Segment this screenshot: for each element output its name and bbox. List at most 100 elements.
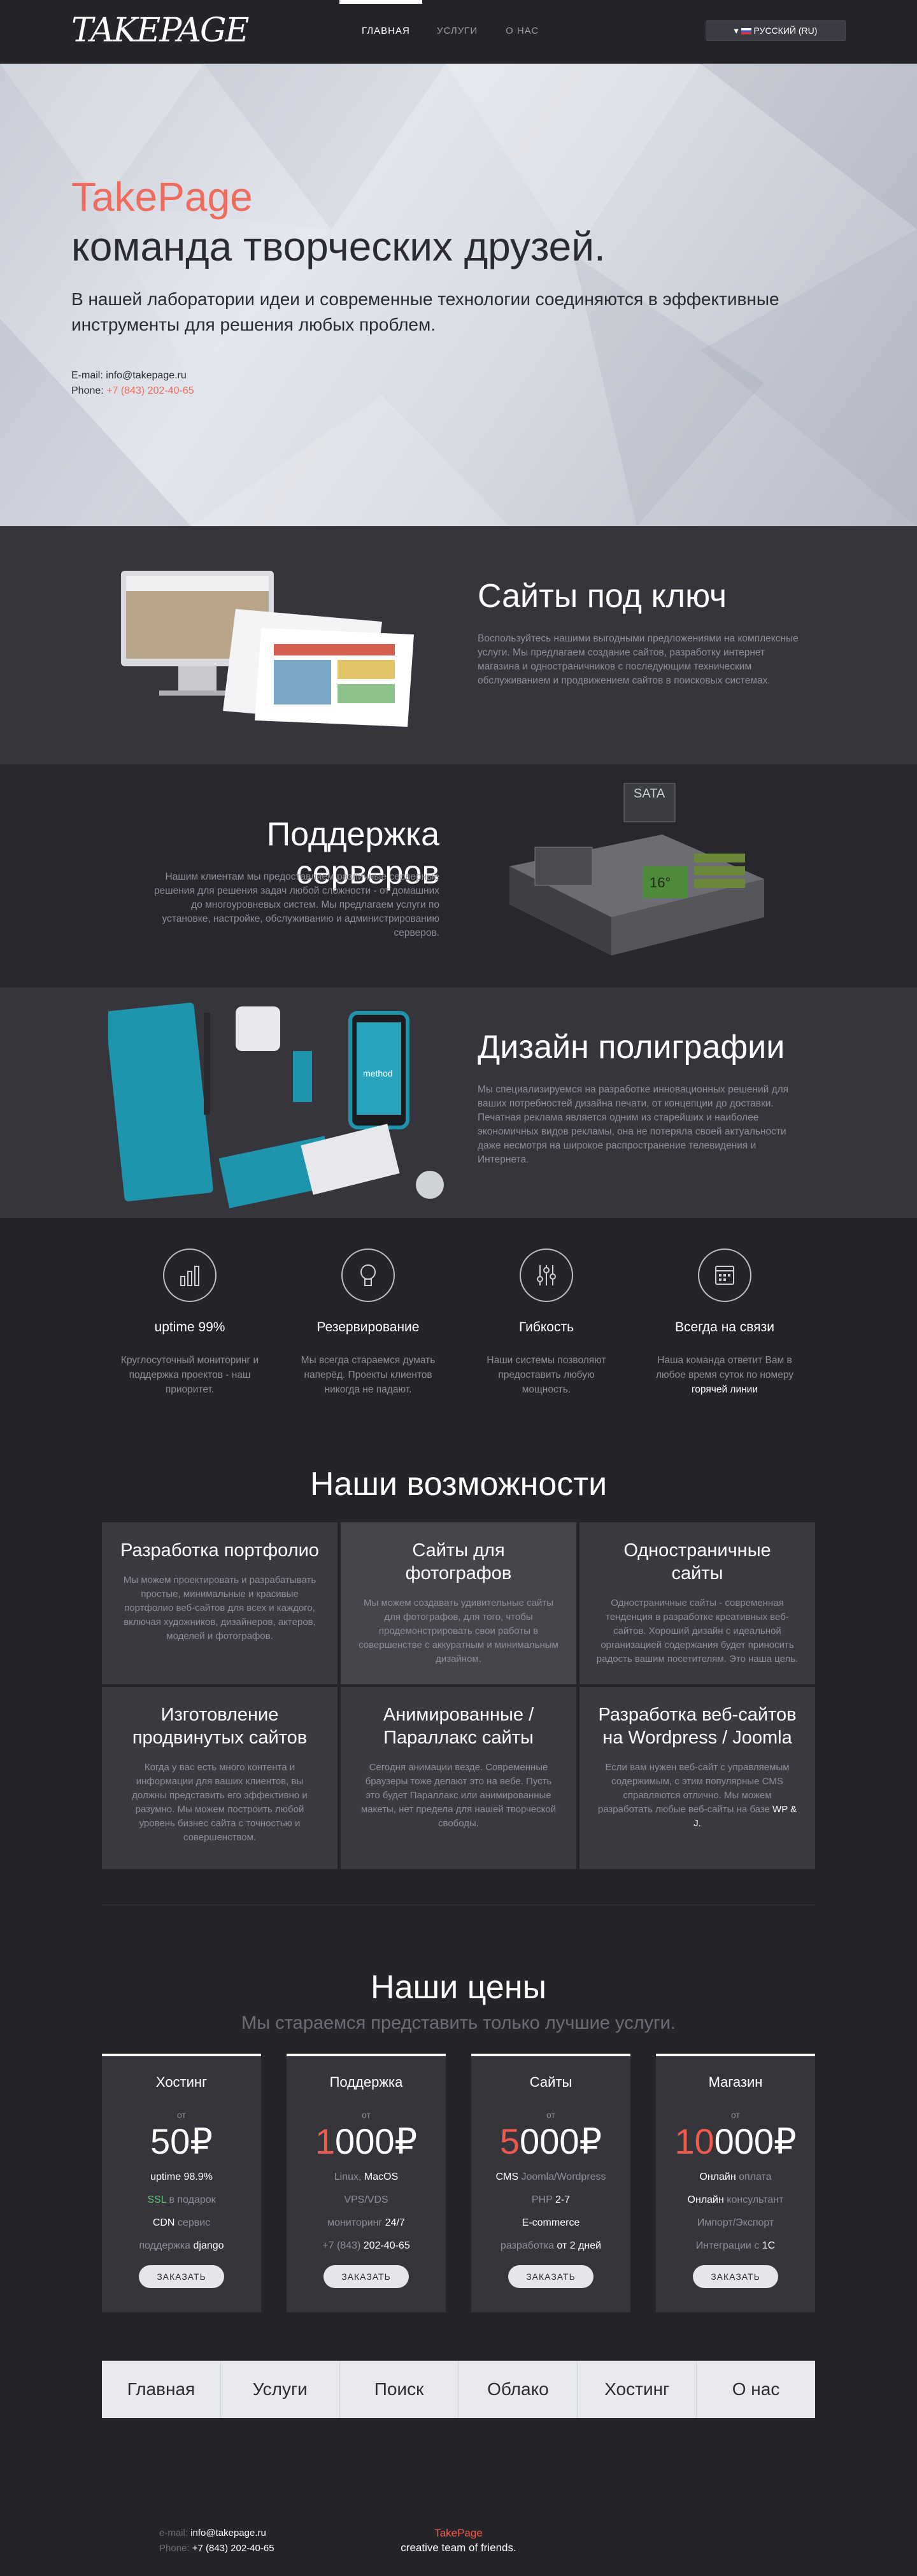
feature-text: Наша команда ответит Вам в любое время с…	[655, 1355, 794, 1395]
top-navbar: TAKEPAGE ГЛАВНАЯ УСЛУГИ О НАС ▾ РУССКИЙ …	[0, 0, 917, 64]
plan-feature: SSL в подарок	[147, 2194, 216, 2205]
plan-name: Поддержка	[329, 2074, 403, 2090]
order-button[interactable]: ЗАКАЗАТЬ	[693, 2265, 778, 2288]
footer-brand: TakePage creative team of friends.	[357, 2526, 560, 2555]
nav-link-about[interactable]: О НАС	[506, 25, 539, 36]
feature-uptime: uptime 99% Круглосуточный мониторинг и п…	[117, 1249, 263, 1397]
plan-feature: CMS Joomla/Wordpress	[495, 2172, 606, 2182]
sata-label: SATA	[634, 787, 665, 801]
plan-feature: Онлайн оплата	[699, 2172, 772, 2182]
capability-text: Когда у вас есть много контента и информ…	[132, 1762, 308, 1843]
price-from-label: от	[177, 2110, 186, 2120]
order-button[interactable]: ЗАКАЗАТЬ	[508, 2265, 594, 2288]
feature-title: Гибкость	[518, 1320, 574, 1335]
capability-text: Мы можем проектировать и разрабатывать п…	[123, 1575, 316, 1642]
bottom-nav-services[interactable]: Услуги	[221, 2361, 340, 2418]
temperature-label: 16°	[650, 875, 671, 891]
capability-title: Анимированные / Параллакс сайты	[383, 1705, 534, 1748]
feature-title: Всегда на связи	[675, 1320, 774, 1335]
hero-email-link[interactable]: info@takepage.ru	[106, 370, 187, 381]
service-servers: Поддержка серверов Нашим клиентам мы пре…	[0, 764, 917, 987]
bottom-nav-home[interactable]: Главная	[102, 2361, 221, 2418]
plan-feature: uptime 98.9%	[150, 2172, 213, 2182]
capability-title: Изготовление продвинутых сайтов	[132, 1705, 308, 1748]
plan-feature: VPS/VDS	[344, 2194, 388, 2205]
price-card-hosting: Хостинг от 50₽ uptime 98.9% SSL в подаро…	[102, 2054, 261, 2312]
service-text: Мы специализируемся на разработке иннова…	[478, 1084, 789, 1165]
plan-feature: +7 (843) 202-40-65	[322, 2240, 410, 2251]
feature-backup: Резервирование Мы всегда стараемся думат…	[295, 1249, 441, 1397]
price-card-support: Поддержка от 1000₽ Linux, MacOS VPS/VDS …	[287, 2054, 446, 2312]
nav-link-home[interactable]: ГЛАВНАЯ	[362, 25, 410, 36]
plan-feature: поддержка django	[139, 2240, 224, 2251]
order-button[interactable]: ЗАКАЗАТЬ	[139, 2265, 224, 2288]
server-hardware-image: SATA 16°	[509, 783, 764, 955]
footer-phone-link[interactable]: +7 (843) 202-40-65	[192, 2543, 274, 2554]
feature-title: uptime 99%	[154, 1320, 225, 1335]
bottom-nav-search[interactable]: Поиск	[340, 2361, 459, 2418]
capability-text: Сегодня анимации везде. Современные брау…	[360, 1762, 557, 1829]
feature-flexibility: Гибкость Наши системы позволяют предоста…	[473, 1249, 620, 1397]
plan-feature: разработка от 2 дней	[500, 2240, 602, 2251]
feature-text: Наши системы позволяют предоставить любу…	[487, 1355, 606, 1395]
plan-feature: Linux, MacOS	[334, 2172, 399, 2182]
brand-mark-phone: method	[363, 1068, 393, 1078]
hero-subtitle: команда творческих друзей.	[71, 224, 606, 269]
capability-card: Сайты для фотографов Мы можем создавать …	[341, 1522, 576, 1684]
hero-contacts: E-mail: info@takepage.ru Phone: +7 (843)…	[71, 368, 194, 399]
price-from-label: от	[362, 2110, 371, 2120]
devices-mockup-image	[121, 571, 414, 727]
plan-price: 50₽	[150, 2121, 213, 2161]
capability-card: Анимированные / Параллакс сайты Сегодня …	[341, 1687, 576, 1869]
service-print-design: method Дизайн полиграфии Мы специализиру…	[0, 987, 917, 1218]
footer-tagline: creative team of friends.	[401, 2542, 516, 2554]
service-title: Сайты под ключ	[478, 578, 727, 615]
footer-email-link[interactable]: info@takepage.ru	[190, 2528, 266, 2538]
bar-chart-icon	[163, 1249, 217, 1302]
bottom-nav-hosting[interactable]: Хостинг	[578, 2361, 697, 2418]
hero-section: TakePage команда творческих друзей. В на…	[0, 64, 917, 526]
capability-title: Разработка портфолио	[120, 1540, 319, 1561]
hotline-link[interactable]: горячей линии	[692, 1384, 758, 1395]
plan-feature: PHP 2-7	[531, 2194, 571, 2205]
language-label: РУССКИЙ (RU)	[753, 25, 818, 36]
capability-title: Сайты для фотографов	[405, 1540, 512, 1584]
bottom-nav-about[interactable]: О нас	[697, 2361, 815, 2418]
service-title: Дизайн полиграфии	[478, 1029, 785, 1066]
feature-text: Мы всегда стараемся думать наперёд. Прое…	[301, 1355, 436, 1395]
plan-feature: Онлайн консультант	[687, 2194, 784, 2205]
capabilities-title: Наши возможности	[309, 1466, 608, 1503]
plan-name: Магазин	[708, 2074, 763, 2090]
nav-link-services[interactable]: УСЛУГИ	[437, 25, 478, 36]
order-button[interactable]: ЗАКАЗАТЬ	[323, 2265, 409, 2288]
service-text: Воспользуйтесь нашими выгодными предложе…	[478, 633, 799, 686]
plan-feature: CDN сервис	[152, 2217, 211, 2228]
hero-phone-link[interactable]: +7 (843) 202-40-65	[106, 385, 194, 396]
capability-title: Одностраничные сайты	[623, 1540, 771, 1584]
footer-contacts: e-mail: info@takepage.ru Phone: +7 (843)…	[159, 2526, 274, 2556]
capability-card: Одностраничные сайты Одностраничные сайт…	[579, 1522, 815, 1684]
hero-title: TakePage	[71, 174, 253, 220]
feature-always-online: Всегда на связи Наша команда ответит Вам…	[651, 1249, 798, 1397]
sliders-icon	[520, 1249, 573, 1302]
price-from-label: от	[546, 2110, 555, 2120]
capability-card: Разработка веб-сайтов на Wordpress / Joo…	[579, 1687, 815, 1869]
language-selector[interactable]: ▾ РУССКИЙ (RU)	[706, 20, 846, 41]
plan-price: 1000₽	[315, 2121, 418, 2161]
price-from-label: от	[731, 2110, 740, 2120]
bottom-nav-cloud[interactable]: Облако	[458, 2361, 578, 2418]
site-logo[interactable]: TAKEPAGE	[71, 14, 249, 47]
feature-title: Резервирование	[316, 1320, 420, 1335]
footer-brand-name: TakePage	[434, 2527, 483, 2539]
phone-label: Phone:	[159, 2543, 192, 2554]
prices-title: Наши цены	[371, 1969, 546, 2006]
calendar-icon	[698, 1249, 751, 1302]
active-nav-indicator	[339, 0, 422, 4]
plan-price: 5000₽	[499, 2121, 602, 2161]
plan-feature: Импорт/Экспорт	[697, 2217, 774, 2228]
capability-text: Мы можем создавать удивительные сайты дл…	[359, 1598, 558, 1664]
capability-text: Если вам нужен веб-сайт с управляемым со…	[597, 1762, 797, 1829]
feature-text: Круглосуточный мониторинг и поддержка пр…	[120, 1355, 259, 1395]
service-text: Нашим клиентам мы предоставляем различны…	[153, 871, 439, 938]
bottom-navigation: Главная Услуги Поиск Облако Хостинг О на…	[102, 2361, 815, 2418]
